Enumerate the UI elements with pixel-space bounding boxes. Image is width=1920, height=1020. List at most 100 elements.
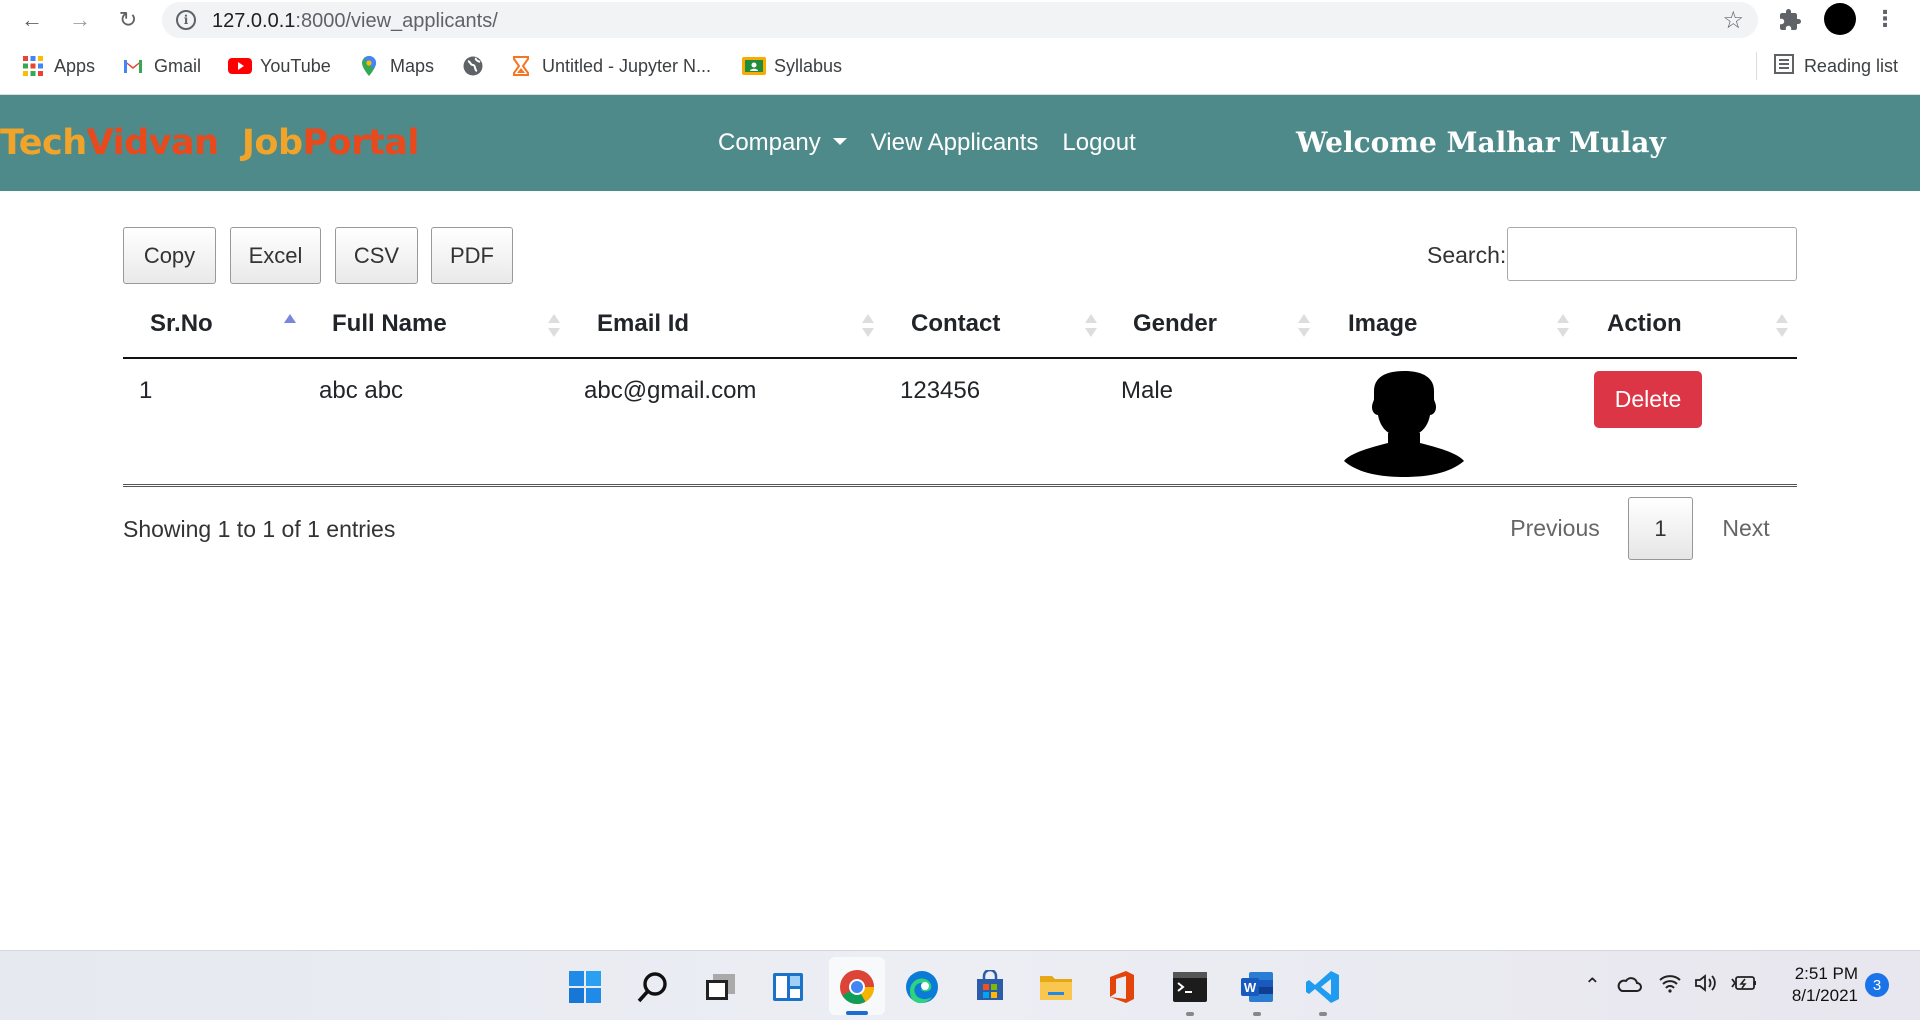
running-indicator — [1319, 1012, 1327, 1016]
bookmark-jupyter[interactable]: Untitled - Jupyter N... — [510, 54, 711, 78]
column-header-srno[interactable]: Sr.No — [150, 310, 213, 338]
page-1-button[interactable]: 1 — [1628, 497, 1693, 560]
vscode-icon[interactable] — [1303, 967, 1343, 1007]
brand-job: Job — [241, 123, 303, 163]
previous-page-button[interactable]: Previous — [1497, 497, 1613, 560]
bookmarks-divider — [1756, 52, 1757, 80]
sort-icon[interactable] — [1776, 314, 1790, 340]
search-input[interactable] — [1507, 227, 1797, 281]
bookmark-apps[interactable]: Apps — [22, 54, 95, 78]
brand-tech: Tech — [0, 123, 87, 163]
running-indicator — [1186, 1012, 1194, 1016]
bookmark-label: Syllabus — [774, 55, 843, 76]
copy-button[interactable]: Copy — [123, 227, 216, 284]
windows-start-icon[interactable] — [565, 967, 605, 1007]
reload-icon[interactable]: ↻ — [112, 4, 144, 36]
bookmark-label: Untitled - Jupyter N... — [542, 55, 712, 76]
task-view-icon[interactable] — [700, 967, 740, 1007]
next-page-button[interactable]: Next — [1705, 497, 1787, 560]
cell-email: abc@gmail.com — [584, 377, 757, 404]
sort-icon[interactable] — [1298, 314, 1312, 340]
widgets-icon[interactable] — [768, 967, 808, 1007]
reading-list-icon — [1773, 54, 1794, 79]
caret-down-icon — [832, 138, 847, 145]
taskbar: W ⌃ 2:51 PM 8/1/2021 3 — [0, 950, 1920, 1020]
sort-icon[interactable] — [548, 314, 562, 340]
show-hidden-icons-chevron-icon[interactable]: ⌃ — [1584, 973, 1601, 998]
excel-button[interactable]: Excel — [230, 227, 321, 284]
back-arrow-icon[interactable]: ← — [16, 4, 48, 36]
nav-company-label: Company — [718, 129, 821, 156]
site-info-icon[interactable]: i — [176, 10, 196, 30]
address-bar[interactable]: i 127.0.0.1:8000/view_applicants/ ☆ — [162, 2, 1758, 38]
battery-charging-icon[interactable] — [1730, 973, 1758, 999]
url-text[interactable]: 127.0.0.1:8000/view_applicants/ — [212, 10, 498, 33]
pdf-button[interactable]: PDF — [431, 227, 513, 284]
edge-icon[interactable] — [902, 967, 942, 1007]
brand-vidvan: Vidvan — [86, 123, 219, 163]
column-header-gender[interactable]: Gender — [1133, 310, 1217, 338]
nav-logout[interactable]: Logout — [1062, 129, 1135, 157]
brand-logo[interactable]: TechVidvan JobPortal — [0, 123, 419, 163]
apps-grid-icon — [22, 55, 44, 77]
hourglass-icon — [510, 55, 532, 77]
office-icon[interactable] — [1102, 967, 1142, 1007]
running-indicator — [1253, 1012, 1261, 1016]
table-row: 1 abc abc abc@gmail.com 123456 Male Dele… — [123, 359, 1797, 487]
word-icon[interactable]: W — [1237, 967, 1277, 1007]
profile-avatar[interactable] — [1824, 3, 1856, 35]
column-header-email[interactable]: Email Id — [597, 310, 689, 338]
nav-company-dropdown[interactable]: Company — [718, 129, 847, 157]
sort-ascending-icon[interactable] — [284, 314, 298, 340]
sort-icon[interactable] — [862, 314, 876, 340]
column-header-action[interactable]: Action — [1607, 310, 1682, 338]
classroom-icon — [742, 55, 766, 77]
terminal-icon[interactable] — [1170, 967, 1210, 1007]
browser-toolbar: ← → ↻ i 127.0.0.1:8000/view_applicants/ … — [0, 0, 1920, 40]
maps-icon — [358, 55, 380, 77]
globe-icon — [462, 55, 484, 77]
welcome-message: Welcome Malhar Mulay — [1296, 126, 1666, 159]
bookmarks-bar: Apps Gmail YouTube Maps Untitled - Jupyt… — [0, 48, 1920, 84]
site-navbar: TechVidvan JobPortal Company View Applic… — [0, 95, 1920, 191]
csv-button[interactable]: CSV — [335, 227, 418, 284]
brand-portal: Portal — [302, 123, 420, 163]
bookmark-label: Gmail — [154, 55, 202, 76]
wifi-icon[interactable] — [1658, 973, 1682, 999]
search-icon[interactable] — [633, 967, 673, 1007]
bookmark-youtube[interactable]: YouTube — [228, 54, 331, 78]
bookmark-maps[interactable]: Maps — [358, 54, 434, 78]
bookmark-star-icon[interactable]: ☆ — [1722, 6, 1744, 35]
onedrive-cloud-icon[interactable] — [1616, 975, 1642, 999]
bookmark-globe[interactable] — [462, 54, 484, 78]
extensions-puzzle-icon[interactable] — [1776, 6, 1804, 34]
delete-button[interactable]: Delete — [1594, 371, 1702, 428]
nav-view-applicants[interactable]: View Applicants — [871, 129, 1039, 157]
column-header-contact[interactable]: Contact — [911, 310, 1000, 338]
file-explorer-icon[interactable] — [1036, 967, 1076, 1007]
cell-gender: Male — [1121, 377, 1174, 404]
clock-time: 2:51 PM — [1794, 964, 1858, 983]
bookmark-syllabus[interactable]: Syllabus — [742, 54, 842, 78]
clock-date: 8/1/2021 — [1791, 986, 1858, 1005]
person-silhouette-icon — [1340, 369, 1468, 477]
chrome-icon[interactable] — [837, 967, 877, 1007]
store-icon[interactable] — [970, 967, 1010, 1007]
reading-list-label: Reading list — [1803, 56, 1898, 76]
column-header-image[interactable]: Image — [1348, 310, 1417, 338]
forward-arrow-icon[interactable]: → — [64, 4, 96, 36]
cell-full-name: abc abc — [319, 377, 404, 404]
active-app-indicator — [846, 1011, 868, 1015]
table-header: Sr.No Full Name Email Id Contact Gender … — [123, 296, 1797, 359]
notification-badge[interactable]: 3 — [1865, 973, 1889, 997]
bookmark-gmail[interactable]: Gmail — [122, 54, 201, 78]
sort-icon[interactable] — [1085, 314, 1099, 340]
sort-icon[interactable] — [1557, 314, 1571, 340]
cell-contact: 123456 — [900, 377, 981, 404]
volume-icon[interactable] — [1694, 973, 1718, 999]
bookmark-label: Maps — [390, 55, 435, 76]
system-clock[interactable]: 2:51 PM 8/1/2021 — [1778, 963, 1858, 1007]
browser-menu-icon[interactable]: ⋮ — [1874, 4, 1896, 36]
reading-list-button[interactable]: Reading list — [1773, 54, 1898, 79]
column-header-full-name[interactable]: Full Name — [332, 310, 447, 338]
